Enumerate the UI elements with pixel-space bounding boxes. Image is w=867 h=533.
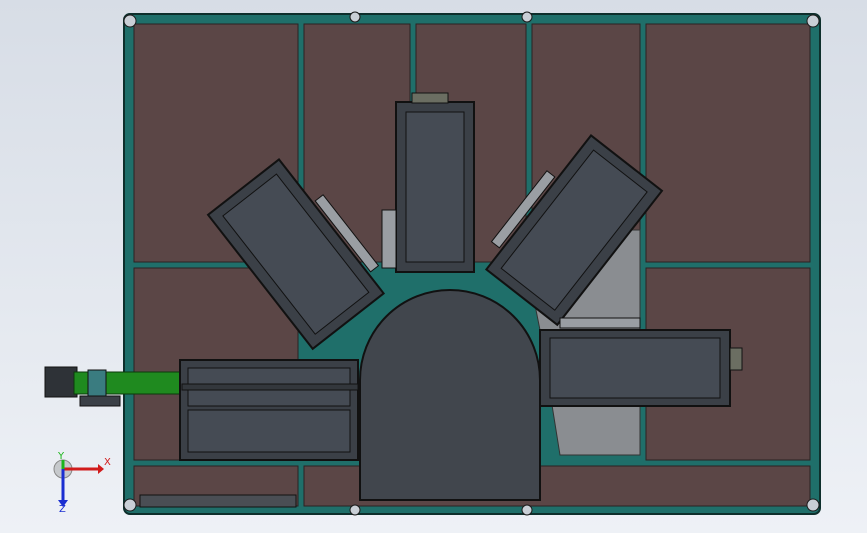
station-rail xyxy=(381,209,397,269)
station-plate xyxy=(549,337,721,399)
station-cylinder xyxy=(411,92,449,104)
frame-post xyxy=(521,11,533,23)
station-cylinder xyxy=(729,347,743,371)
cad-viewport[interactable]: X Y Z xyxy=(0,0,867,533)
bottom-cable-tray xyxy=(139,494,297,508)
frame-post xyxy=(806,498,820,512)
motor-housing xyxy=(44,366,78,398)
frame-post xyxy=(349,504,361,516)
frame-post xyxy=(521,504,533,516)
floor-panel xyxy=(645,23,811,263)
frame-post xyxy=(806,14,820,28)
station-left xyxy=(179,359,359,461)
assembly-top-view[interactable] xyxy=(0,0,867,533)
station-rail xyxy=(181,383,359,391)
station-plate xyxy=(187,409,351,453)
turntable-base xyxy=(359,289,541,501)
frame-post xyxy=(123,498,137,512)
z-axis-label: Z xyxy=(59,504,66,515)
x-axis-label: X xyxy=(104,457,111,468)
station-plate xyxy=(405,111,465,263)
frame-post xyxy=(123,14,137,28)
frame-post xyxy=(349,11,361,23)
station-rail xyxy=(559,317,641,329)
station-right xyxy=(539,317,743,407)
station-top xyxy=(381,92,475,273)
conveyor-support xyxy=(79,395,121,407)
drive-roller xyxy=(87,369,107,397)
y-axis-label: Y xyxy=(58,451,65,462)
